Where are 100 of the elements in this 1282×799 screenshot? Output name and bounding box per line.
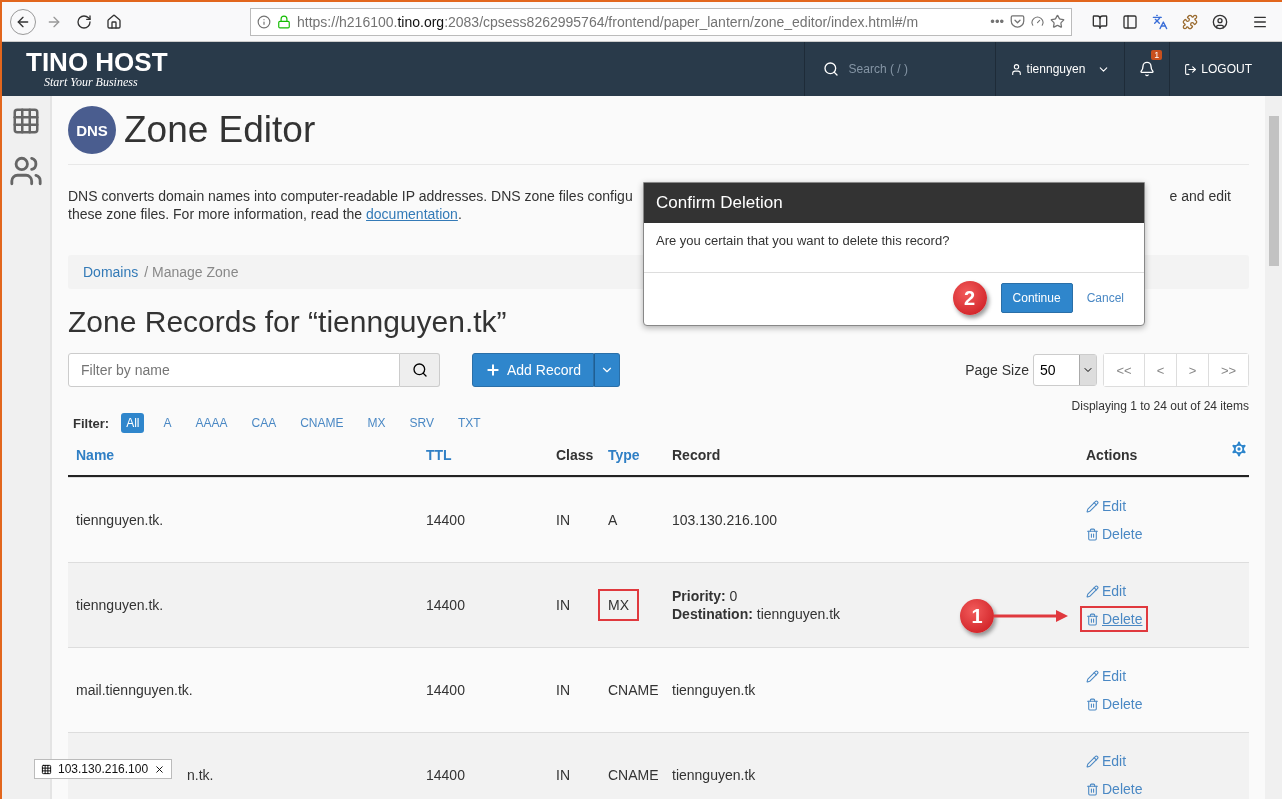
edit-link[interactable]: Edit bbox=[1080, 663, 1149, 689]
delete-link[interactable]: Delete bbox=[1080, 776, 1149, 799]
filter-option[interactable]: All bbox=[121, 413, 145, 433]
filter-option[interactable]: AAAA bbox=[190, 413, 233, 433]
step-marker: 2 bbox=[952, 281, 987, 315]
bell-icon bbox=[1139, 61, 1156, 77]
sort-link[interactable]: TTL bbox=[426, 447, 452, 463]
filter-option[interactable]: TXT bbox=[453, 413, 486, 433]
page-size-label: Page Size bbox=[965, 362, 1029, 378]
edit-link[interactable]: Edit bbox=[1080, 748, 1149, 774]
pocket-icon[interactable] bbox=[1010, 14, 1025, 29]
page-title: Zone Editor bbox=[124, 109, 316, 151]
table-cell: tiennguyen.tk. bbox=[76, 597, 164, 613]
notification-badge: 1 bbox=[1151, 50, 1163, 60]
table-cell: tiennguyen.tk. bbox=[76, 512, 164, 528]
record-text: tiennguyen.tk bbox=[672, 767, 756, 783]
edit-link[interactable]: Edit bbox=[1080, 578, 1149, 604]
record-text: 103.130.216.100 bbox=[672, 512, 778, 528]
trash-icon[interactable] bbox=[1086, 527, 1099, 541]
logout-icon bbox=[1184, 62, 1198, 76]
dns-logo: DNS bbox=[68, 106, 116, 154]
pager-button[interactable]: << bbox=[1104, 354, 1144, 386]
trash-icon[interactable] bbox=[1086, 697, 1099, 711]
column-header: Actions bbox=[1086, 447, 1138, 463]
grid-icon[interactable] bbox=[11, 106, 41, 136]
extension-icon[interactable] bbox=[1182, 13, 1198, 30]
search-icon[interactable] bbox=[411, 362, 428, 378]
filter-option[interactable]: A bbox=[158, 413, 177, 433]
breadcrumb-link[interactable]: Domains bbox=[83, 264, 139, 280]
address-bar[interactable]: https://h216100.tino.org:2083/cpsess8262995764/frontend/paper_lantern/zone_editor/index.html#/m ••• bbox=[250, 7, 1072, 36]
filter-option[interactable]: SRV bbox=[404, 413, 439, 433]
trash-icon[interactable] bbox=[1086, 782, 1099, 796]
pencil-icon[interactable] bbox=[1086, 754, 1099, 768]
dialog-message: Are you certain that you want to delete this record? bbox=[644, 223, 1144, 273]
pencil-icon[interactable] bbox=[1086, 669, 1099, 683]
pager-button[interactable]: < bbox=[1144, 354, 1176, 386]
documentation-link[interactable]: documentation bbox=[366, 206, 458, 222]
pencil-icon[interactable] bbox=[1086, 584, 1099, 598]
table-cell: 14400 bbox=[426, 767, 465, 783]
page-size-select[interactable]: 50 bbox=[1033, 354, 1097, 386]
table-cell: IN bbox=[556, 597, 570, 613]
sort-link[interactable]: Type bbox=[608, 447, 640, 463]
description-text: these zone files. For more information, read the documentation. bbox=[68, 205, 463, 223]
column-header: Class bbox=[556, 447, 594, 463]
info-icon[interactable] bbox=[257, 14, 271, 29]
table-cell: 14400 bbox=[426, 682, 465, 698]
filter-label: Filter: bbox=[73, 415, 110, 431]
tagline: Start Your Business bbox=[43, 74, 139, 90]
logo[interactable]: TINO HOST bbox=[26, 48, 226, 75]
record-text: tiennguyen.tk bbox=[672, 682, 756, 698]
table-cell: IN bbox=[556, 512, 570, 528]
filter-option[interactable]: CAA bbox=[246, 413, 282, 433]
delete-link[interactable]: Delete bbox=[1080, 521, 1149, 547]
notifications-button[interactable]: 1 bbox=[1124, 42, 1170, 96]
account-icon[interactable] bbox=[1212, 13, 1228, 30]
users-icon[interactable] bbox=[9, 154, 43, 188]
arrow-icon bbox=[994, 610, 1068, 622]
more-button[interactable]: ••• bbox=[990, 14, 1004, 29]
filter-field[interactable]: Filter by name bbox=[68, 353, 400, 387]
gauge-icon bbox=[1031, 15, 1044, 28]
cancel-link[interactable]: Cancel bbox=[1086, 291, 1124, 305]
library-icon[interactable] bbox=[1092, 13, 1108, 30]
pager-button[interactable]: > bbox=[1176, 354, 1208, 386]
close-icon[interactable] bbox=[154, 763, 166, 775]
breadcrumb-current: / Manage Zone bbox=[144, 264, 239, 280]
sort-link[interactable]: Name bbox=[76, 447, 115, 463]
dropdown-caret-button[interactable] bbox=[593, 353, 620, 387]
add-record-button[interactable]: Add Record bbox=[472, 353, 594, 387]
settings-icon[interactable] bbox=[1229, 439, 1249, 459]
table-cell: 14400 bbox=[426, 512, 465, 528]
sidebar-icon[interactable] bbox=[1122, 13, 1138, 30]
dialog-title: Confirm Deletion bbox=[644, 183, 1144, 223]
status-tooltip: 103.130.216.100 bbox=[34, 759, 173, 779]
trash-icon[interactable] bbox=[1086, 612, 1099, 626]
displaying-text: Displaying 1 to 24 out of 24 items bbox=[1071, 399, 1249, 413]
filter-option[interactable]: CNAME bbox=[295, 413, 349, 433]
search-button[interactable] bbox=[400, 353, 440, 387]
user-menu[interactable]: tiennguyen bbox=[994, 42, 1125, 96]
table-cell-text: CNAME bbox=[607, 681, 660, 700]
lock-icon bbox=[277, 14, 291, 29]
continue-button[interactable]: Continue bbox=[1000, 283, 1073, 313]
delete-link[interactable]: Delete bbox=[1080, 691, 1149, 717]
edit-link[interactable]: Edit bbox=[1080, 493, 1149, 519]
column-header: Record bbox=[672, 447, 721, 463]
translate-icon[interactable] bbox=[1152, 13, 1168, 30]
scrollbar[interactable] bbox=[1265, 96, 1282, 799]
description-text: e and edit bbox=[1169, 187, 1231, 205]
plus-icon[interactable] bbox=[485, 362, 501, 378]
record-text: Priority: 0 bbox=[672, 588, 739, 604]
network-icon bbox=[41, 763, 52, 775]
bookmark-star-icon[interactable] bbox=[1050, 14, 1065, 29]
zone-records-title: Zone Records for “tiennguyen.tk” bbox=[68, 305, 508, 339]
pencil-icon[interactable] bbox=[1086, 499, 1099, 513]
delete-link[interactable]: Delete bbox=[1080, 606, 1149, 632]
table-cell-text: CNAME bbox=[607, 766, 660, 785]
filter-option[interactable]: MX bbox=[362, 413, 391, 433]
description-text: DNS converts domain names into computer-readable IP addresses. DNS zone files configu bbox=[68, 187, 633, 205]
record-text: Destination: tiennguyen.tk bbox=[672, 606, 841, 622]
pager-button[interactable]: >> bbox=[1208, 354, 1248, 386]
search-field[interactable]: Search ( / ) bbox=[803, 42, 995, 96]
